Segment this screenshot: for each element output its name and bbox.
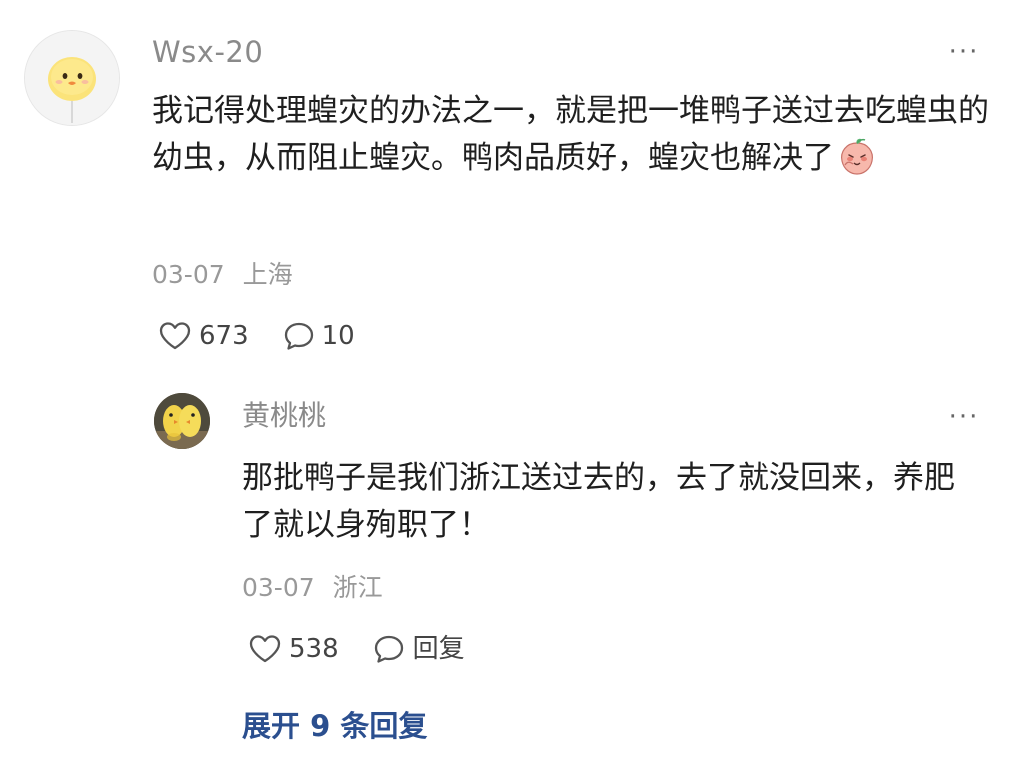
reply-meta: 03-07 浙江 bbox=[242, 571, 383, 605]
comment-button[interactable]: 10 bbox=[283, 319, 355, 353]
reply-like-button[interactable]: 538 bbox=[248, 632, 339, 666]
reply-location: 浙江 bbox=[332, 573, 383, 602]
comment-bubble-icon bbox=[374, 635, 403, 663]
reply-button[interactable]: 回复 bbox=[373, 632, 465, 666]
reply-text: 那批鸭子是我们浙江送过去的，去了就没回来，养肥了就以身殉职了！ bbox=[242, 460, 955, 543]
chick-avatar-image bbox=[25, 31, 119, 125]
reply-count: 10 bbox=[321, 321, 355, 351]
peach-emoji-icon bbox=[836, 135, 878, 177]
comment-actions: 673 10 bbox=[158, 316, 389, 356]
comment-location: 上海 bbox=[242, 260, 293, 289]
reply-username[interactable]: 黄桃桃 bbox=[242, 398, 326, 434]
more-icon[interactable]: ··· bbox=[944, 39, 984, 65]
comment-date: 03-07 bbox=[152, 260, 225, 289]
heart-icon bbox=[159, 322, 191, 350]
username[interactable]: Wsx-20 bbox=[152, 34, 263, 70]
reply-actions: 538 回复 bbox=[248, 629, 499, 669]
birds-avatar-image bbox=[154, 393, 210, 449]
comment-text: 我记得处理蝗灾的办法之一，就是把一堆鸭子送过去吃蝗虫的幼虫，从而阻止蝗灾。鸭肉品… bbox=[152, 88, 997, 182]
like-count: 673 bbox=[199, 321, 249, 351]
more-icon[interactable]: ··· bbox=[944, 404, 984, 430]
reply-label: 回复 bbox=[412, 634, 465, 664]
reply-date: 03-07 bbox=[242, 573, 315, 602]
comment-meta: 03-07 上海 bbox=[152, 258, 293, 292]
reply-avatar[interactable] bbox=[154, 393, 210, 449]
avatar[interactable] bbox=[24, 30, 120, 126]
expand-replies-link[interactable]: 展开 9 条回复 bbox=[242, 706, 427, 746]
heart-icon bbox=[249, 635, 281, 663]
like-button[interactable]: 673 bbox=[158, 319, 249, 353]
reply-like-count: 538 bbox=[289, 634, 339, 664]
comment-bubble-icon bbox=[284, 322, 313, 350]
